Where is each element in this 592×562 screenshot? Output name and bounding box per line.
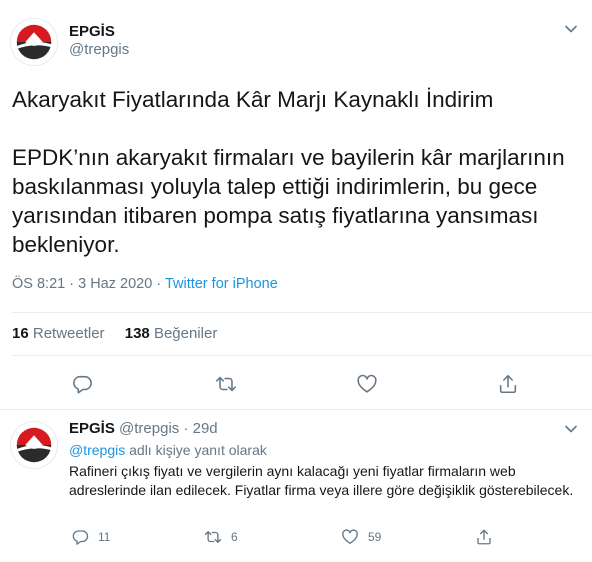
replying-to: @trepgis adlı kişiye yanıt olarak	[69, 442, 267, 458]
retweet-icon	[216, 376, 236, 392]
share-icon	[499, 374, 517, 394]
reply-handle[interactable]: @trepgis	[119, 420, 179, 437]
like-count: 138	[124, 325, 150, 342]
reply-icon	[73, 375, 92, 394]
like-label: Beğeniler	[153, 325, 218, 342]
divider	[12, 355, 592, 356]
share-icon	[477, 529, 491, 545]
epgis-logo-icon	[11, 422, 57, 468]
meta-separator: ·	[69, 276, 75, 292]
reply-retweet-button[interactable]: 6	[204, 528, 238, 546]
reply-dot: ·	[183, 420, 189, 437]
reply-share-button[interactable]	[475, 528, 502, 546]
tweet-text: Akaryakıt Fiyatlarında Kâr Marjı Kaynakl…	[12, 87, 565, 257]
chevron-down-icon[interactable]	[564, 22, 578, 36]
reply-to-suffix: adlı kişiye yanıt olarak	[125, 442, 267, 458]
like-icon	[342, 529, 358, 545]
avatar[interactable]	[10, 18, 58, 66]
reply-header: EPGİS @trepgis · 29d	[69, 420, 218, 437]
tweet-time[interactable]: ÖS 8:21	[12, 276, 65, 292]
display-name[interactable]: EPGİS	[69, 23, 115, 40]
reply-age[interactable]: 29d	[193, 420, 218, 437]
share-button[interactable]	[497, 373, 519, 395]
epgis-logo-icon	[11, 19, 57, 65]
retweet-count: 16	[12, 325, 29, 342]
like-button[interactable]	[356, 373, 378, 395]
reply-display-name[interactable]: EPGİS	[69, 420, 115, 437]
reply-like-button[interactable]: 59	[341, 528, 381, 546]
user-handle[interactable]: @trepgis	[69, 41, 129, 58]
reply-avatar[interactable]	[10, 421, 58, 469]
tweet-meta: ÖS 8:21 · 3 Haz 2020 · Twitter for iPhon…	[12, 276, 278, 292]
retweet-label: Retweetler	[32, 325, 105, 342]
reply-retweet-count: 6	[231, 530, 238, 544]
meta-separator: ·	[156, 276, 162, 292]
reply-reply-button[interactable]: 11	[71, 528, 110, 546]
reply-button[interactable]	[71, 373, 93, 395]
main-tweet: EPGİS @trepgis Akaryakıt Fiyatlarında Kâ…	[0, 0, 592, 410]
tweet-source-link[interactable]: Twitter for iPhone	[165, 276, 278, 292]
reply-count: 11	[98, 530, 111, 544]
retweet-icon	[204, 531, 222, 543]
reply-text: Rafineri çıkış fiyatı ve vergilerin aynı…	[69, 463, 574, 498]
reply-like-count: 59	[368, 530, 382, 544]
like-icon	[357, 374, 377, 393]
reply-icon	[72, 530, 89, 545]
reply-to-mention[interactable]: @trepgis	[69, 442, 125, 458]
chevron-down-icon[interactable]	[564, 422, 578, 436]
tweet-date[interactable]: 3 Haz 2020	[78, 276, 152, 292]
likes-stat[interactable]: 138 Beğeniler	[125, 325, 218, 342]
engagement-stats: 16 Retweetler 138 Beğeniler	[12, 325, 233, 342]
retweets-stat[interactable]: 16 Retweetler	[12, 325, 105, 342]
retweet-button[interactable]	[215, 373, 237, 395]
divider	[12, 312, 592, 313]
